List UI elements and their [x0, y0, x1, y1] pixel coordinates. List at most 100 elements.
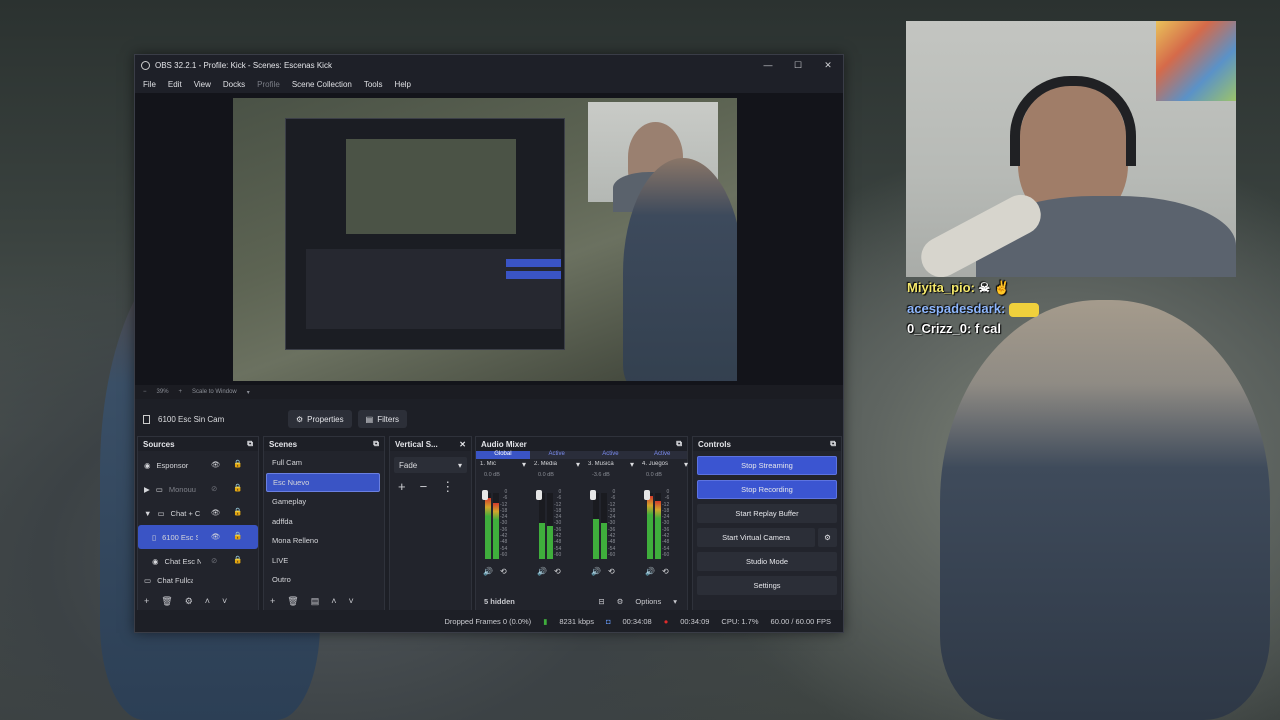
lock-icon[interactable]: 🔒 — [233, 531, 242, 540]
fps: 60.00 / 60.00 FPS — [770, 616, 831, 626]
remove-transition-icon[interactable]: − — [420, 479, 428, 495]
scene-item[interactable]: Gameplay — [266, 492, 380, 512]
source-item[interactable]: ▭ Chat Fullcam — [138, 573, 258, 587]
mute-icon[interactable]: 🔊 — [483, 567, 493, 576]
zoom-out-icon[interactable]: − — [143, 389, 147, 395]
hidden-count[interactable]: 5 hidden — [484, 597, 515, 606]
mixer-settings-icon[interactable]: ⚙ — [617, 597, 624, 606]
menu-scene-collection[interactable]: Scene Collection — [292, 80, 352, 89]
mixer-tab-global[interactable]: Global — [476, 451, 530, 459]
lock-icon[interactable]: 🔒 — [233, 483, 242, 492]
virtual-camera-settings-icon[interactable]: ⚙ — [818, 528, 837, 547]
lock-icon[interactable]: 🔒 — [233, 507, 242, 516]
mute-icon[interactable]: 🔊 — [537, 567, 547, 576]
more-icon[interactable]: ⋮ — [441, 479, 454, 495]
move-down-icon[interactable]: ˅ — [348, 596, 353, 606]
source-item[interactable]: ▶ ▭ Monouu ⊘ 🔒 — [138, 477, 258, 501]
chevron-down-icon[interactable]: ▾ — [630, 460, 634, 469]
mixer-tab-active[interactable]: Active — [637, 451, 688, 459]
monitor-icon[interactable]: ⟲ — [662, 567, 669, 576]
hidden-icon[interactable]: ⊘ — [211, 556, 217, 565]
start-virtual-camera-button[interactable]: Start Virtual Camera — [697, 528, 815, 547]
scene-filter-icon[interactable]: ▤ — [311, 596, 320, 607]
visibility-icon[interactable]: 👁 — [211, 532, 221, 541]
undock-icon[interactable]: ⧉ — [247, 439, 253, 449]
menu-profile[interactable]: Profile — [257, 80, 280, 89]
zoom-in-icon[interactable]: + — [179, 389, 183, 395]
folder-icon: ▭ — [155, 484, 163, 494]
mixer-tab-active[interactable]: Active — [583, 451, 638, 459]
chevron-down-icon[interactable]: ▾ — [522, 460, 526, 469]
source-name: Monouu — [168, 484, 196, 494]
menu-file[interactable]: File — [143, 80, 156, 89]
volume-fader[interactable] — [644, 490, 650, 500]
monitor-icon[interactable]: ⟲ — [554, 567, 561, 576]
chevron-down-icon[interactable]: ▾ — [576, 460, 580, 469]
close-icon[interactable]: ✕ — [459, 440, 466, 449]
menu-docks[interactable]: Docks — [223, 80, 245, 89]
zoom-dropdown-icon[interactable]: ▾ — [247, 389, 250, 396]
scene-item[interactable]: LIVE — [266, 551, 380, 571]
monitor-icon[interactable]: ⟲ — [608, 567, 615, 576]
start-replay-buffer-button[interactable]: Start Replay Buffer — [697, 504, 837, 523]
undock-icon[interactable]: ⧉ — [373, 439, 379, 449]
channel-name: 1. Mic — [480, 461, 497, 467]
volume-fader[interactable] — [482, 490, 488, 500]
remove-scene-icon[interactable]: 🗑 — [287, 596, 298, 607]
visibility-icon[interactable]: 👁 — [211, 460, 221, 469]
source-item[interactable]: ▼ ▭ Chat + C 👁 🔒 — [138, 501, 258, 525]
volume-fader[interactable] — [590, 490, 596, 500]
collapse-icon[interactable]: ▼ — [144, 509, 151, 518]
source-item[interactable]: ◉ Esponsor 👁 🔒 — [138, 453, 258, 477]
mute-icon[interactable]: 🔊 — [591, 567, 601, 576]
volume-fader[interactable] — [536, 490, 542, 500]
minimize-icon[interactable]: — — [753, 60, 783, 70]
move-down-icon[interactable]: ˅ — [222, 596, 227, 606]
settings-button[interactable]: Settings — [697, 576, 837, 595]
menu-tools[interactable]: Tools — [364, 80, 383, 89]
sources-title: Sources — [143, 439, 175, 449]
add-transition-icon[interactable]: + — [398, 479, 406, 495]
scene-item[interactable]: Outro — [266, 570, 380, 590]
undock-icon[interactable]: ⧉ — [676, 439, 682, 449]
scene-item-selected[interactable]: Esc Nuevo — [266, 472, 380, 492]
monitor-icon[interactable]: ⟲ — [500, 567, 507, 576]
close-icon[interactable]: ✕ — [813, 60, 843, 71]
studio-mode-button[interactable]: Studio Mode — [697, 552, 837, 571]
expand-icon[interactable]: ▶ — [144, 485, 150, 494]
layout-icon[interactable]: ⊟ — [598, 597, 604, 606]
visibility-icon[interactable]: 👁 — [211, 508, 221, 517]
scene-item[interactable]: adffda — [266, 512, 380, 532]
add-source-icon[interactable]: + — [144, 596, 149, 606]
source-item[interactable]: ◉ Chat Esc Nu ⊘ 🔒 — [138, 549, 258, 573]
chevron-down-icon[interactable]: ▾ — [684, 460, 688, 469]
maximize-icon[interactable]: ☐ — [783, 60, 813, 71]
lock-icon[interactable]: 🔒 — [233, 555, 242, 564]
mixer-tab-active[interactable]: Active — [529, 451, 584, 459]
properties-button[interactable]: ⚙ Properties — [288, 410, 352, 428]
scene-item[interactable]: Mona Relleno — [266, 531, 380, 551]
zoom-mode[interactable]: Scale to Window — [192, 389, 237, 395]
lock-icon[interactable]: 🔒 — [233, 459, 242, 468]
options-button[interactable]: Options — [635, 597, 661, 606]
stop-recording-button[interactable]: Stop Recording — [697, 480, 837, 499]
source-item-selected[interactable]: ▯ 6100 Esc Sin 👁 🔒 — [138, 525, 258, 549]
source-settings-icon[interactable]: ⚙ — [185, 596, 193, 607]
mute-icon[interactable]: 🔊 — [645, 567, 655, 576]
hidden-icon[interactable]: ⊘ — [211, 484, 217, 493]
move-up-icon[interactable]: ˄ — [205, 596, 210, 606]
source-toolbar: 6100 Esc Sin Cam ⚙ Properties ▤ Filters — [135, 408, 843, 430]
menu-help[interactable]: Help — [395, 80, 411, 89]
undock-icon[interactable]: ⧉ — [830, 439, 836, 449]
filters-button[interactable]: ▤ Filters — [357, 410, 407, 428]
add-scene-icon[interactable]: + — [270, 596, 275, 606]
move-up-icon[interactable]: ˄ — [331, 596, 336, 606]
webcam-overlay — [906, 21, 1236, 277]
menu-edit[interactable]: Edit — [168, 80, 182, 89]
stop-streaming-button[interactable]: Stop Streaming — [697, 456, 837, 475]
program-preview[interactable] — [135, 93, 843, 385]
transition-select[interactable]: Fade ▾ — [394, 457, 467, 473]
menu-view[interactable]: View — [194, 80, 211, 89]
remove-source-icon[interactable]: 🗑 — [161, 596, 172, 607]
scene-item[interactable]: Full Cam — [266, 453, 380, 473]
